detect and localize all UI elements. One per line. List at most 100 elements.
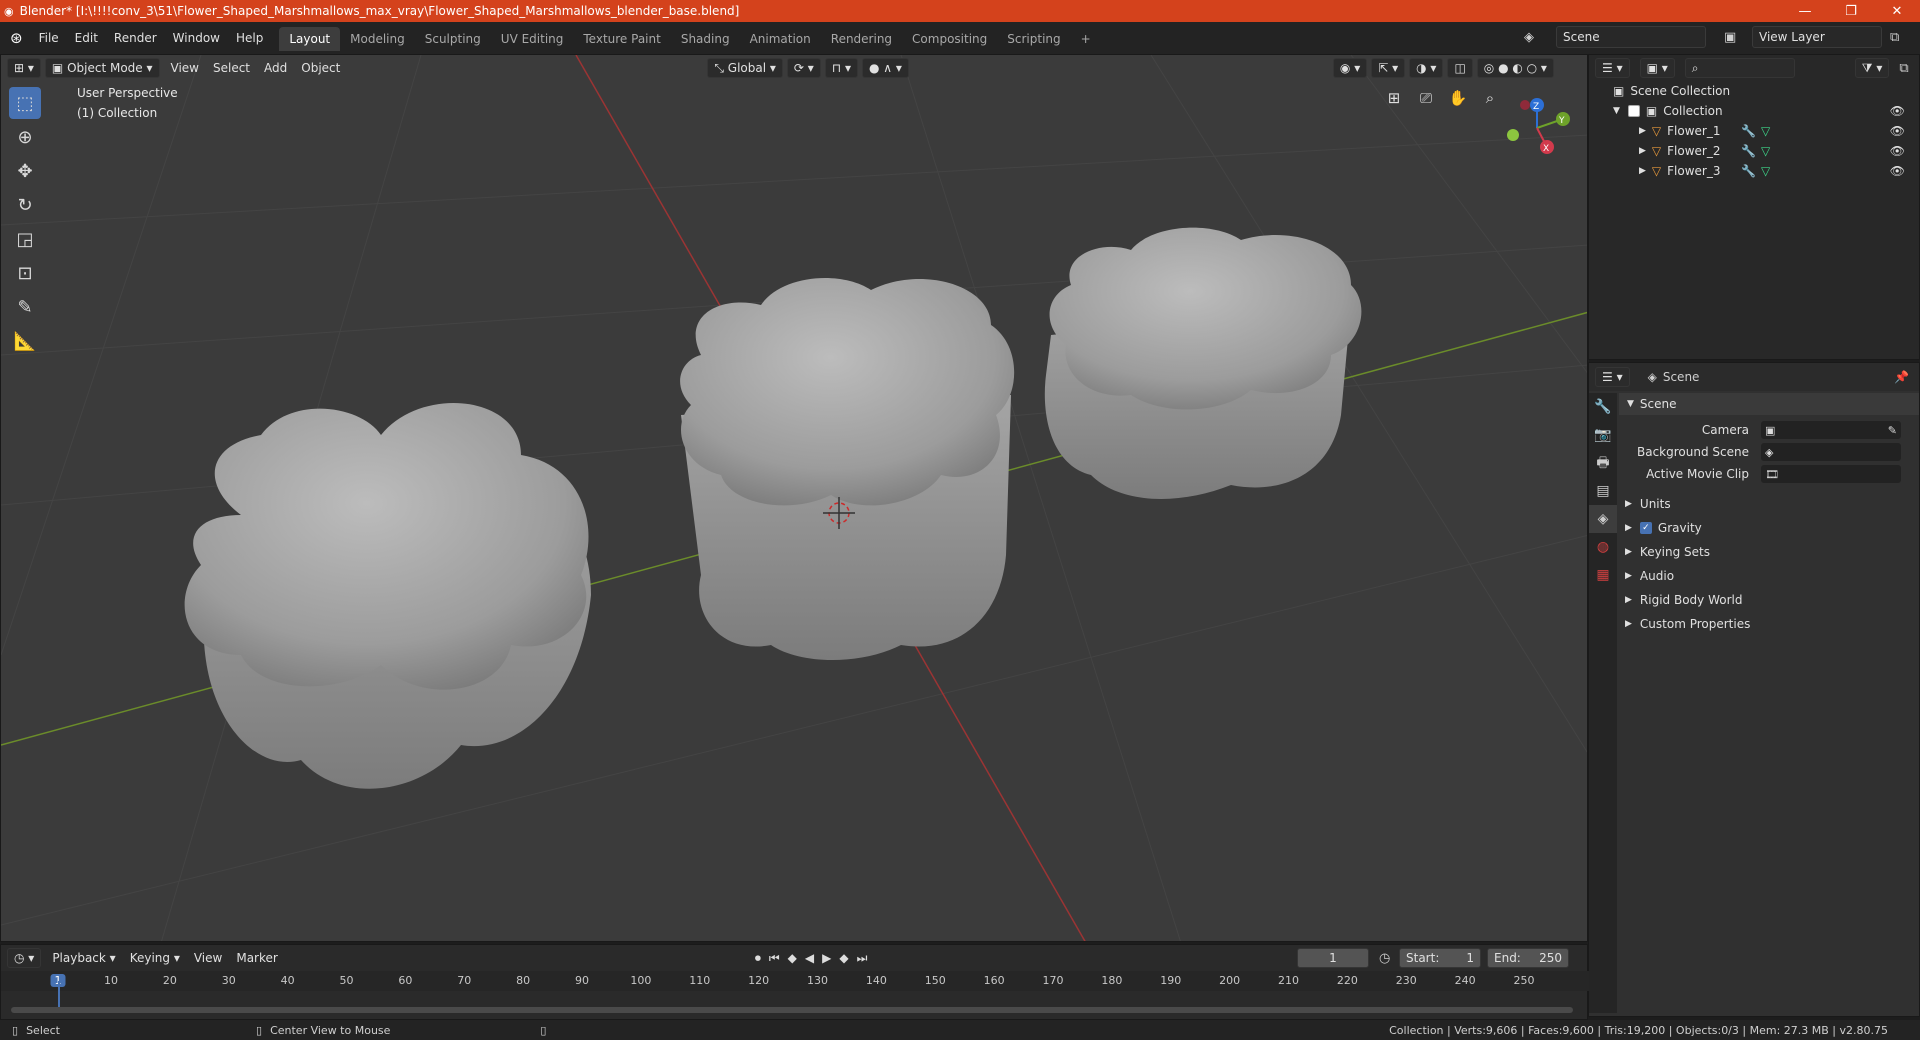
snap-icon[interactable]: ⊓ ▾	[824, 58, 858, 78]
scale-icon[interactable]: ◲	[9, 223, 41, 255]
outliner-search-input[interactable]: ⌕	[1684, 58, 1795, 78]
end-frame-field[interactable]: End: 250	[1487, 948, 1569, 968]
outliner-row-flower-3[interactable]: ▶ ▽ Flower_3 🔧 ▽ 👁	[1589, 161, 1919, 181]
tab-animation[interactable]: Animation	[740, 27, 821, 51]
timeline-ruler[interactable]: 1102030405060708090100110120130140150160…	[1, 971, 1589, 991]
editor-type-button[interactable]: ⊞ ▾	[7, 58, 41, 78]
tool-tab-icon[interactable]: 🔧	[1589, 393, 1617, 421]
tab-uv-editing[interactable]: UV Editing	[491, 27, 574, 51]
shading-mode-icons[interactable]: ◎ ● ◐ ○ ▾	[1476, 58, 1554, 78]
xray-toggle-icon[interactable]: ◫	[1447, 58, 1473, 78]
camera-field[interactable]: ▣ ✎	[1761, 421, 1901, 439]
new-view-layer-icon[interactable]: ⧉	[1890, 30, 1899, 45]
display-mode-icon[interactable]: ▣ ▾	[1639, 58, 1675, 78]
visibility-icon[interactable]: ◉ ▾	[1332, 58, 1368, 78]
outliner-row-collection[interactable]: ▼ ▣ Collection 👁	[1589, 101, 1919, 121]
timeline-editor-type-icon[interactable]: ◷ ▾	[7, 948, 42, 968]
audio-section[interactable]: ▶ Audio	[1625, 565, 1909, 587]
expand-arrow-icon[interactable]: ▼	[1613, 106, 1620, 116]
world-tab-icon[interactable]: ◍	[1589, 533, 1617, 561]
tab-shading[interactable]: Shading	[671, 27, 740, 51]
tab-scripting[interactable]: Scripting	[997, 27, 1070, 51]
render-tab-icon[interactable]: 📷	[1589, 421, 1617, 449]
viewport-menu-object[interactable]: Object	[294, 61, 347, 75]
active-movie-clip-field[interactable]: 🎞	[1761, 465, 1901, 483]
custom-properties-section[interactable]: ▶ Custom Properties	[1625, 613, 1909, 635]
outliner-row-flower-1[interactable]: ▶ ▽ Flower_1 🔧 ▽ 👁	[1589, 121, 1919, 141]
measure-icon[interactable]: 📐	[9, 325, 41, 357]
viewport-menu-select[interactable]: Select	[206, 61, 257, 75]
eye-icon[interactable]: 👁	[1890, 164, 1905, 178]
expand-arrow-icon[interactable]: ▶	[1639, 126, 1646, 136]
timeline-scrollbar[interactable]	[11, 1007, 1573, 1013]
tab-rendering[interactable]: Rendering	[821, 27, 902, 51]
select-box-icon[interactable]: ⬚	[9, 87, 41, 119]
next-keyframe-icon[interactable]: ◆	[839, 951, 848, 966]
viewport-menu-view[interactable]: View	[164, 61, 206, 75]
blender-menu-icon[interactable]: ⊛	[10, 29, 23, 47]
pin-icon[interactable]: 📌	[1894, 370, 1909, 384]
eye-icon[interactable]: 👁	[1890, 144, 1905, 158]
tab-texture-paint[interactable]: Texture Paint	[573, 27, 670, 51]
menu-window[interactable]: Window	[165, 31, 228, 45]
view-layer-tab-icon[interactable]: ▤	[1589, 477, 1617, 505]
viewport-menu-add[interactable]: Add	[257, 61, 294, 75]
gravity-checkbox[interactable]: ✓	[1639, 522, 1652, 534]
scene-panel-header[interactable]: ▼ Scene	[1619, 393, 1919, 415]
pivot-point-icon[interactable]: ⟳ ▾	[786, 58, 821, 78]
camera-view-icon[interactable]: ⎚	[1413, 85, 1439, 111]
timeline-menu-playback[interactable]: Playback ▾	[45, 951, 122, 965]
tab-layout[interactable]: Layout	[279, 27, 341, 51]
scene-selector[interactable]: Scene	[1556, 26, 1706, 48]
transform-icon[interactable]: ⊡	[9, 257, 41, 289]
jump-end-icon[interactable]: ⏭	[857, 951, 868, 966]
view-layer-selector[interactable]: View Layer	[1752, 26, 1882, 48]
modifier-wrench-icon[interactable]: 🔧	[1741, 164, 1756, 178]
new-collection-icon[interactable]: ⧉	[1899, 61, 1908, 76]
3d-viewport[interactable]: Z Y X ⊞ ▾ ▣ Object Mode ▾ View Select Ad…	[0, 54, 1588, 942]
output-tab-icon[interactable]: 🖶	[1589, 449, 1617, 477]
mesh-data-icon[interactable]: ▽	[1761, 144, 1770, 158]
menu-file[interactable]: File	[31, 31, 67, 45]
tab-sculpting[interactable]: Sculpting	[415, 27, 491, 51]
cursor-icon[interactable]: ⊕	[9, 121, 41, 153]
minimize-button[interactable]: —	[1782, 0, 1828, 22]
collection-checkbox[interactable]	[1627, 105, 1640, 117]
overlay-toggle-icon[interactable]: ◑ ▾	[1409, 58, 1444, 78]
texture-tab-icon[interactable]: ▦	[1589, 561, 1617, 589]
pan-hand-icon[interactable]: ✋	[1445, 85, 1471, 111]
expand-arrow-icon[interactable]: ▶	[1639, 166, 1646, 176]
tab-compositing[interactable]: Compositing	[902, 27, 997, 51]
mesh-data-icon[interactable]: ▽	[1761, 124, 1770, 138]
rotate-icon[interactable]: ↻	[9, 189, 41, 221]
jump-start-icon[interactable]: ⏮	[769, 951, 780, 966]
proportional-edit-icon[interactable]: ● ∧ ▾	[862, 58, 909, 78]
move-icon[interactable]: ✥	[9, 155, 41, 187]
eye-icon[interactable]: 👁	[1890, 104, 1905, 118]
zoom-icon[interactable]: ⌕	[1477, 85, 1503, 111]
eye-icon[interactable]: 👁	[1890, 124, 1905, 138]
units-section[interactable]: ▶ Units	[1625, 493, 1909, 515]
object-mode-dropdown[interactable]: ▣ Object Mode ▾	[44, 58, 160, 78]
rigid-body-world-section[interactable]: ▶ Rigid Body World	[1625, 589, 1909, 611]
scene-tab-icon[interactable]: ◈	[1589, 505, 1617, 533]
modifier-wrench-icon[interactable]: 🔧	[1741, 124, 1756, 138]
current-frame-field[interactable]: 1	[1297, 948, 1369, 968]
annotate-icon[interactable]: ✎	[9, 291, 41, 323]
mesh-data-icon[interactable]: ▽	[1761, 164, 1770, 178]
outliner-row-flower-2[interactable]: ▶ ▽ Flower_2 🔧 ▽ 👁	[1589, 141, 1919, 161]
background-scene-field[interactable]: ◈	[1761, 443, 1901, 461]
maximize-button[interactable]: ❐	[1828, 0, 1874, 22]
filter-icon[interactable]: ⧩ ▾	[1854, 58, 1890, 78]
outliner-row-scene-collection[interactable]: ▣ Scene Collection	[1589, 81, 1919, 101]
view-layer-icon[interactable]: ▣	[1724, 30, 1736, 45]
start-frame-field[interactable]: Start: 1	[1399, 948, 1481, 968]
transform-orientation-dropdown[interactable]: ⤡ Global ▾	[707, 58, 783, 78]
close-button[interactable]: ✕	[1874, 0, 1920, 22]
timeline-menu-keying[interactable]: Keying ▾	[123, 951, 187, 965]
tab-modeling[interactable]: Modeling	[340, 27, 415, 51]
outliner-editor-type-icon[interactable]: ☰ ▾	[1595, 58, 1630, 78]
modifier-wrench-icon[interactable]: 🔧	[1741, 144, 1756, 158]
grid-view-icon[interactable]: ⊞	[1381, 85, 1407, 111]
properties-editor-type-icon[interactable]: ☰ ▾	[1595, 367, 1630, 387]
